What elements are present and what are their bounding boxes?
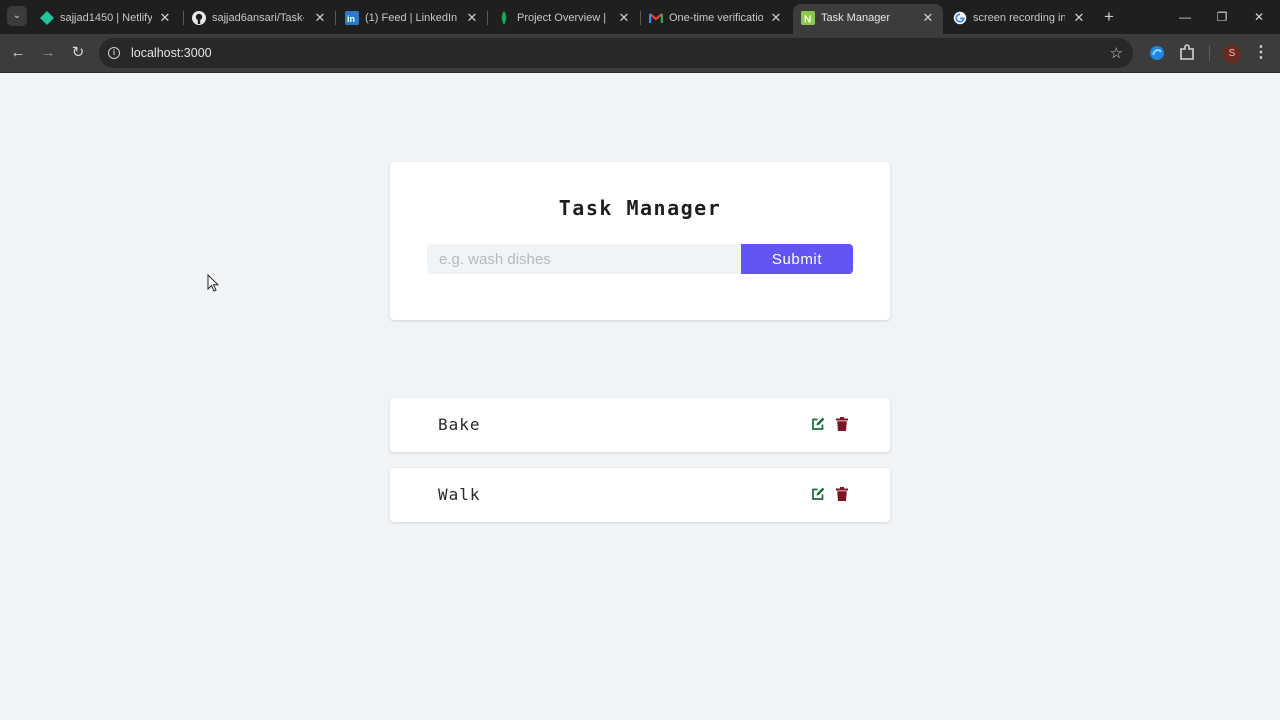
tab-google-search[interactable]: screen recording in w ✕ bbox=[945, 4, 1093, 34]
tab-close-icon[interactable]: ✕ bbox=[769, 11, 783, 25]
edit-icon[interactable] bbox=[811, 417, 825, 431]
address-bar[interactable]: i localhost:3000 ☆ bbox=[99, 38, 1133, 68]
tab-title: screen recording in w bbox=[973, 12, 1065, 24]
task-item: Walk bbox=[390, 468, 890, 522]
forward-arrow-icon[interactable]: → bbox=[37, 42, 59, 64]
extension-blue-icon[interactable] bbox=[1147, 43, 1167, 63]
task-name: Walk bbox=[438, 485, 481, 504]
google-icon bbox=[953, 11, 967, 25]
task-actions bbox=[811, 487, 851, 501]
delete-trash-icon[interactable] bbox=[836, 417, 848, 431]
url-text[interactable]: localhost:3000 bbox=[131, 46, 212, 60]
tab-title: One-time verificatior bbox=[669, 12, 763, 24]
tab-separator bbox=[335, 11, 336, 25]
submit-button[interactable]: Submit bbox=[741, 244, 853, 274]
task-item: Bake bbox=[390, 398, 890, 452]
tab-github[interactable]: sajjad6ansari/Task-M ✕ bbox=[184, 4, 332, 34]
tab-close-icon[interactable]: ✕ bbox=[313, 11, 327, 25]
task-form-card: Task Manager Submit bbox=[390, 162, 890, 320]
github-icon bbox=[192, 11, 206, 25]
mongodb-leaf-icon bbox=[501, 11, 507, 25]
tab-title: (1) Feed | LinkedIn bbox=[365, 12, 457, 24]
tab-close-icon[interactable]: ✕ bbox=[158, 11, 172, 25]
profile-avatar[interactable]: S bbox=[1223, 45, 1241, 63]
svg-text:N: N bbox=[804, 15, 811, 26]
tab-close-icon[interactable]: ✕ bbox=[921, 11, 935, 25]
page-title: Task Manager bbox=[558, 196, 722, 220]
mouse-cursor-icon bbox=[207, 274, 219, 292]
reload-icon[interactable]: ↻ bbox=[67, 42, 89, 64]
svg-text:in: in bbox=[347, 14, 355, 24]
toolbar-separator bbox=[1209, 45, 1210, 61]
linkedin-icon: in bbox=[345, 11, 359, 25]
task-input[interactable] bbox=[427, 244, 741, 274]
task-actions bbox=[811, 417, 851, 431]
tab-search-button[interactable]: ⌄ bbox=[7, 6, 27, 26]
netlify-icon bbox=[40, 11, 54, 25]
new-tab-button[interactable]: + bbox=[1100, 8, 1118, 26]
tab-close-icon[interactable]: ✕ bbox=[1072, 11, 1086, 25]
tab-linkedin[interactable]: in (1) Feed | LinkedIn ✕ bbox=[337, 4, 485, 34]
tab-gmail[interactable]: One-time verificatior ✕ bbox=[641, 4, 791, 34]
window-restore-button[interactable]: ❐ bbox=[1208, 6, 1236, 28]
window-minimize-button[interactable]: — bbox=[1171, 6, 1199, 28]
edit-icon[interactable] bbox=[811, 487, 825, 501]
tab-close-icon[interactable]: ✕ bbox=[617, 11, 631, 25]
tab-title: Project Overview | Cl bbox=[517, 12, 609, 24]
tab-title: sajjad1450 | Netlify bbox=[60, 12, 152, 24]
tab-netlify[interactable]: sajjad1450 | Netlify ✕ bbox=[32, 4, 180, 34]
bookmark-star-icon[interactable]: ☆ bbox=[1110, 44, 1123, 62]
tab-close-icon[interactable]: ✕ bbox=[465, 11, 479, 25]
tab-title: sajjad6ansari/Task-M bbox=[212, 12, 304, 24]
browser-toolbar: ← → ↻ i localhost:3000 ☆ bbox=[0, 34, 1280, 72]
delete-trash-icon[interactable] bbox=[836, 487, 848, 501]
window-close-button[interactable]: ✕ bbox=[1245, 6, 1273, 28]
site-info-icon[interactable]: i bbox=[108, 47, 120, 59]
tab-title: Task Manager bbox=[821, 12, 891, 24]
node-icon: N bbox=[801, 11, 815, 25]
tab-separator bbox=[487, 11, 488, 25]
browser-menu-icon[interactable]: ⋮ bbox=[1253, 42, 1269, 64]
tab-task-manager[interactable]: N Task Manager ✕ bbox=[793, 4, 943, 34]
back-arrow-icon[interactable]: ← bbox=[7, 42, 29, 64]
tab-project-overview[interactable]: Project Overview | Cl ✕ bbox=[489, 4, 637, 34]
browser-tab-strip: ⌄ sajjad1450 | Netlify ✕ sajjad6ansari/T… bbox=[0, 0, 1280, 34]
extensions-puzzle-icon[interactable] bbox=[1177, 43, 1197, 63]
toolbar-divider bbox=[0, 72, 1280, 73]
task-name: Bake bbox=[438, 415, 481, 434]
gmail-icon bbox=[649, 13, 663, 23]
